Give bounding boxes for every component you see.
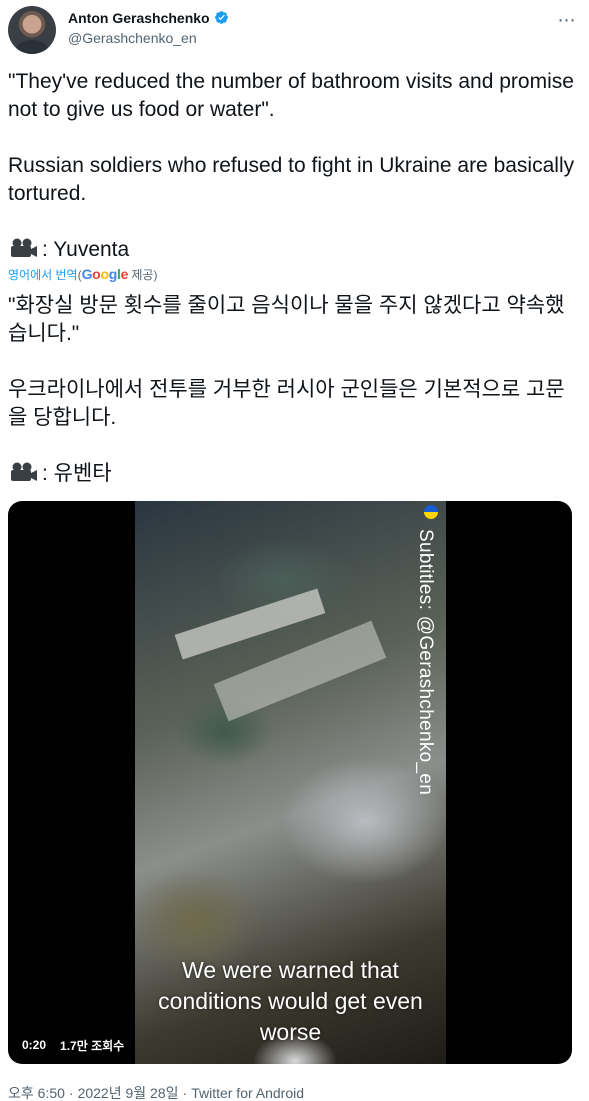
tweet-text-paragraph-1: "They've reduced the number of bathroom … bbox=[8, 70, 574, 121]
google-letter: e bbox=[120, 266, 129, 282]
tweet-header: Anton Gerashchenko @Gerashchenko_en ⋯ bbox=[8, 4, 581, 54]
more-options-icon[interactable]: ⋯ bbox=[553, 6, 581, 34]
avatar[interactable] bbox=[8, 6, 56, 54]
tweet-source[interactable]: Twitter for Android bbox=[191, 1085, 304, 1101]
author-name-row[interactable]: Anton Gerashchenko bbox=[68, 10, 229, 26]
video-caption: We were warned that conditions would get… bbox=[158, 957, 423, 1045]
translated-from-link[interactable]: 영어에서 번역 bbox=[8, 268, 78, 282]
google-letter: G bbox=[81, 266, 93, 282]
video-view-count: 1.7만 조회수 bbox=[60, 1038, 125, 1053]
video-duration-badge: 0:20 1.7만 조회수 bbox=[14, 1034, 133, 1056]
translated-credit-text: : 유벤타 bbox=[42, 462, 112, 485]
movie-camera-icon bbox=[11, 238, 37, 257]
video-frame[interactable]: Subtitles: @Gerashchenko_en We were warn… bbox=[135, 501, 446, 1064]
movie-camera-icon bbox=[11, 462, 37, 481]
verified-badge-icon bbox=[214, 11, 228, 24]
author-handle[interactable]: @Gerashchenko_en bbox=[68, 30, 197, 46]
google-letter: o bbox=[100, 266, 109, 282]
tweet-date[interactable]: 2022년 9월 28일 bbox=[78, 1085, 179, 1101]
google-letter: g bbox=[108, 266, 118, 282]
ukraine-flag-icon bbox=[424, 505, 438, 519]
google-logo: Google bbox=[81, 266, 129, 282]
separator: · bbox=[68, 1085, 74, 1101]
translated-paragraph-1: "화장실 방문 횟수를 줄이고 음식이나 물을 주지 않겠다고 약속했습니다." bbox=[8, 294, 565, 345]
subtitle-credit: Subtitles: @Gerashchenko_en bbox=[415, 529, 436, 796]
video-player[interactable]: Subtitles: @Gerashchenko_en We were warn… bbox=[8, 501, 572, 1064]
video-duration: 0:20 bbox=[22, 1038, 47, 1052]
tweet-credit-line: : Yuventa bbox=[8, 236, 580, 264]
translation-attribution: 영어에서 번역(Google 제공) bbox=[8, 266, 157, 283]
credit-text: : Yuventa bbox=[42, 238, 130, 261]
author-name[interactable]: Anton Gerashchenko bbox=[68, 10, 210, 26]
provider-suffix: 제공) bbox=[128, 268, 158, 282]
tweet-time[interactable]: 오후 6:50 bbox=[8, 1085, 65, 1101]
separator: · bbox=[182, 1085, 188, 1101]
tweet-text-paragraph-2: Russian soldiers who refused to fight in… bbox=[8, 154, 575, 205]
translated-credit-line: : 유벤타 bbox=[8, 460, 580, 488]
tweet-metadata: 오후 6:50 · 2022년 9월 28일 · Twitter for Android bbox=[8, 1083, 304, 1101]
translated-paragraph-2: 우크라이나에서 전투를 거부한 러시아 군인들은 기본적으로 고문을 당합니다. bbox=[8, 378, 565, 429]
